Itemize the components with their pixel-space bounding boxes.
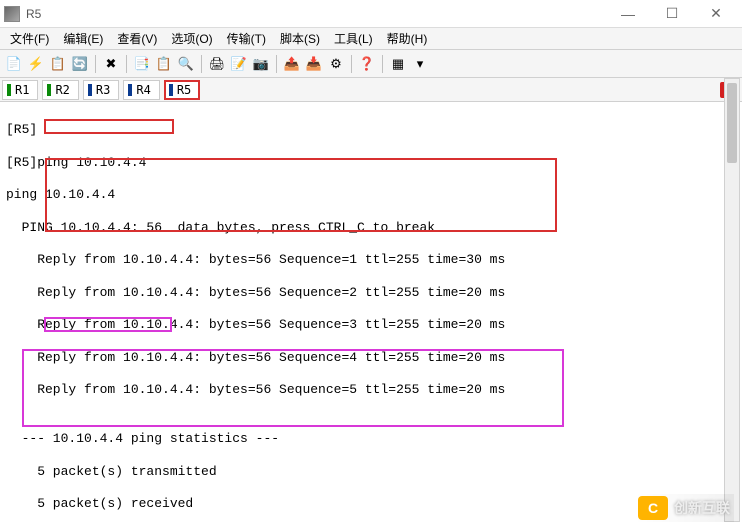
toolbar-help-icon[interactable]: ❓ xyxy=(357,54,377,74)
menu-script[interactable]: 脚本(S) xyxy=(274,28,326,49)
toolbar-new-session-icon[interactable]: 📄 xyxy=(4,54,24,74)
toolbar-reconnect-icon[interactable]: 🔄 xyxy=(70,54,90,74)
tab-bar: R1 R2 R3 R4 R5 ✕ xyxy=(0,78,742,102)
term-line: ping 10.10.4.4 xyxy=(6,187,736,203)
toolbar-log-icon[interactable]: 📝 xyxy=(229,54,249,74)
toolbar-session-list-icon[interactable]: 📋 xyxy=(48,54,68,74)
term-line: --- 10.10.4.4 ping statistics --- xyxy=(6,431,736,447)
app-icon xyxy=(4,6,20,22)
watermark-text: 创新互联 xyxy=(674,498,730,518)
toolbar-separator xyxy=(201,55,202,73)
menubar: 文件(F) 编辑(E) 查看(V) 选项(O) 传输(T) 脚本(S) 工具(L… xyxy=(0,28,742,50)
toolbar-capture-icon[interactable]: 📷 xyxy=(251,54,271,74)
term-line: Reply from 10.10.4.4: bytes=56 Sequence=… xyxy=(6,382,736,398)
tab-status-icon xyxy=(169,84,173,96)
tab-r2[interactable]: R2 xyxy=(42,80,78,100)
term-line: Reply from 10.10.4.4: bytes=56 Sequence=… xyxy=(6,317,736,333)
term-line: Reply from 10.10.4.4: bytes=56 Sequence=… xyxy=(6,350,736,366)
tab-status-icon xyxy=(128,84,132,96)
tab-label: R1 xyxy=(15,83,29,97)
term-line: Reply from 10.10.4.4: bytes=56 Sequence=… xyxy=(6,252,736,268)
term-line: 5 packet(s) transmitted xyxy=(6,464,736,480)
toolbar-separator xyxy=(351,55,352,73)
toolbar-find-icon[interactable]: 🔍 xyxy=(176,54,196,74)
tab-status-icon xyxy=(88,84,92,96)
scrollbar[interactable] xyxy=(724,78,740,522)
term-line: 5 packet(s) received xyxy=(6,496,736,512)
menu-transfer[interactable]: 传输(T) xyxy=(221,28,272,49)
toolbar-options-icon[interactable]: ⚙ xyxy=(326,54,346,74)
menu-tools[interactable]: 工具(L) xyxy=(328,28,379,49)
menu-edit[interactable]: 编辑(E) xyxy=(57,28,109,49)
terminal-output[interactable]: [R5] [R5]ping 10.10.4.4 ping 10.10.4.4 P… xyxy=(0,102,742,522)
tab-label: R4 xyxy=(136,83,150,97)
menu-options[interactable]: 选项(O) xyxy=(165,28,218,49)
toolbar-paste-icon[interactable]: 📋 xyxy=(154,54,174,74)
toolbar: 📄 ⚡ 📋 🔄 ✖ 📑 📋 🔍 🖨 📝 📷 📤 📥 ⚙ ❓ ▦ ▾ xyxy=(0,50,742,78)
toolbar-copy-icon[interactable]: 📑 xyxy=(132,54,152,74)
toolbar-disconnect-icon[interactable]: ✖ xyxy=(101,54,121,74)
close-button[interactable]: ✕ xyxy=(694,1,738,27)
term-line: [R5] xyxy=(6,122,736,138)
watermark: C 创新互联 xyxy=(634,494,734,522)
tab-r1[interactable]: R1 xyxy=(2,80,38,100)
tab-label: R5 xyxy=(177,83,191,97)
titlebar: R5 — ☐ ✕ xyxy=(0,0,742,28)
tab-status-icon xyxy=(47,84,51,96)
toolbar-send-icon[interactable]: 📤 xyxy=(282,54,302,74)
toolbar-ext1-icon[interactable]: ▦ xyxy=(388,54,408,74)
term-line: Reply from 10.10.4.4: bytes=56 Sequence=… xyxy=(6,285,736,301)
toolbar-separator xyxy=(382,55,383,73)
maximize-button[interactable]: ☐ xyxy=(650,1,694,27)
menu-view[interactable]: 查看(V) xyxy=(111,28,163,49)
minimize-button[interactable]: — xyxy=(606,1,650,27)
toolbar-ext2-icon[interactable]: ▾ xyxy=(410,54,430,74)
scrollbar-thumb[interactable] xyxy=(727,83,737,163)
tab-r5[interactable]: R5 xyxy=(164,80,200,100)
toolbar-separator xyxy=(95,55,96,73)
toolbar-separator xyxy=(126,55,127,73)
menu-help[interactable]: 帮助(H) xyxy=(381,28,434,49)
toolbar-separator xyxy=(276,55,277,73)
tab-label: R3 xyxy=(96,83,110,97)
tab-r4[interactable]: R4 xyxy=(123,80,159,100)
toolbar-print-icon[interactable]: 🖨 xyxy=(207,54,227,74)
toolbar-recv-icon[interactable]: 📥 xyxy=(304,54,324,74)
toolbar-quick-connect-icon[interactable]: ⚡ xyxy=(26,54,46,74)
window-title: R5 xyxy=(26,7,606,21)
term-line: [R5]ping 10.10.4.4 xyxy=(6,155,736,171)
tab-label: R2 xyxy=(55,83,69,97)
window-buttons: — ☐ ✕ xyxy=(606,1,738,27)
watermark-logo-icon: C xyxy=(638,496,668,520)
tab-r3[interactable]: R3 xyxy=(83,80,119,100)
term-line: PING 10.10.4.4: 56 data bytes, press CTR… xyxy=(6,220,736,236)
tab-status-icon xyxy=(7,84,11,96)
menu-file[interactable]: 文件(F) xyxy=(4,28,55,49)
